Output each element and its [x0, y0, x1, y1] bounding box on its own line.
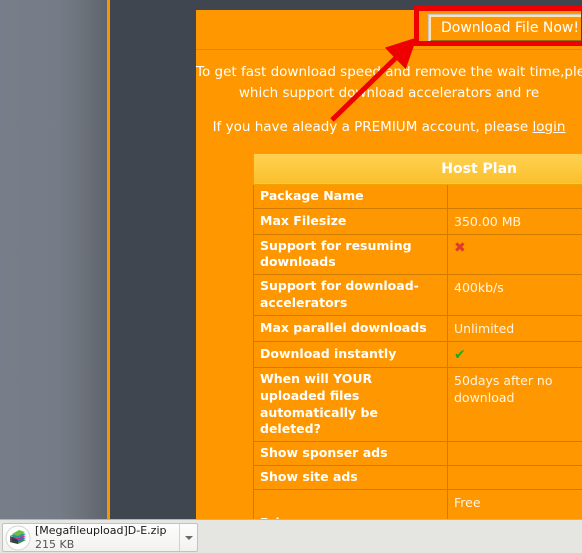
table-row-value [447, 465, 582, 491]
main-content-panel: Download File Now! To get fast download … [196, 10, 582, 519]
table-row: Max Filesize 350.00 MB [253, 207, 582, 235]
promo-line-3-text: If you have aleady a PREMIUM account, pl… [212, 118, 533, 135]
table-row: Max parallel downloads Unlimited [253, 315, 582, 342]
table-row-label: Download instantly [253, 340, 448, 368]
table-row-value [447, 183, 582, 209]
table-row: Show site ads [253, 465, 582, 491]
host-plan-table-body: Package Name Max Filesize 350.00 MB Support… [253, 183, 582, 519]
host-plan-table: Host Plan Package Name Max Filesize 350.00… [253, 152, 582, 519]
cross-icon: ✖ [454, 239, 466, 256]
table-row: Support for resuming downloads ✖ [253, 233, 582, 276]
table-row-value: Free [447, 489, 582, 519]
table-row: When will YOUR uploaded files automatica… [253, 366, 582, 443]
table-row-value: ✔ [447, 340, 582, 368]
panel-header: Download File Now! [196, 10, 582, 50]
table-row-label: When will YOUR uploaded files automatica… [253, 366, 448, 443]
table-row-label: Show sponser ads [253, 441, 448, 467]
browser-viewport: Download File Now! To get fast download … [0, 0, 582, 519]
table-row-value: ✖ [447, 233, 582, 276]
check-icon: ✔ [454, 346, 466, 363]
promo-text-block: To get fast download speed and remove th… [196, 50, 582, 138]
table-row-label: Max Filesize [253, 207, 448, 235]
table-row-label: Show site ads [253, 465, 448, 491]
table-row: Support for download-accelerators 400kb/s [253, 274, 582, 317]
table-row: Package Name [253, 183, 582, 209]
screenshot-root: Download File Now! To get fast download … [0, 0, 582, 553]
table-row-value: 400kb/s [447, 274, 582, 317]
chevron-down-glyph [184, 535, 193, 540]
download-shelf: [Megafileupload]D-E.zip 215 KB [0, 519, 582, 553]
dark-sidebar-band [110, 0, 196, 519]
table-row-value: 50days after no download [447, 366, 582, 443]
table-row: PriceFree [253, 489, 582, 519]
table-row-value: 350.00 MB [447, 207, 582, 235]
page-left-gutter [0, 0, 107, 519]
table-row-label: Support for download-accelerators [253, 274, 448, 317]
table-header-row: Host Plan [253, 152, 582, 185]
table-row: Show sponser ads [253, 441, 582, 467]
download-item[interactable]: [Megafileupload]D-E.zip 215 KB [2, 523, 198, 552]
table-row-label: Price [253, 489, 448, 519]
table-row-value: Unlimited [447, 315, 582, 342]
login-link[interactable]: login [533, 119, 566, 135]
table-row-value [447, 441, 582, 467]
promo-line-2: which support download accelerators and … [238, 84, 540, 101]
download-file-now-button[interactable]: Download File Now! [427, 13, 582, 44]
promo-line-3: If you have aleady a PREMIUM account, pl… [196, 117, 582, 138]
table-row-label: Support for resuming downloads [253, 233, 448, 276]
host-plan-table-wrapper: Host Plan Package Name Max Filesize 350.00… [253, 152, 582, 519]
archive-icon [5, 525, 31, 551]
table-row: Download instantly ✔ [253, 340, 582, 368]
promo-line-1: To get fast download speed and remove th… [196, 64, 582, 80]
download-file-size: 215 KB [35, 537, 75, 551]
chevron-down-icon[interactable] [179, 524, 197, 551]
table-title: Host Plan [253, 152, 582, 185]
table-row-label: Max parallel downloads [253, 315, 448, 342]
download-file-name: [Megafileupload]D-E.zip [35, 523, 167, 537]
download-text-block: [Megafileupload]D-E.zip 215 KB [35, 524, 179, 552]
table-row-label: Package Name [253, 183, 448, 209]
